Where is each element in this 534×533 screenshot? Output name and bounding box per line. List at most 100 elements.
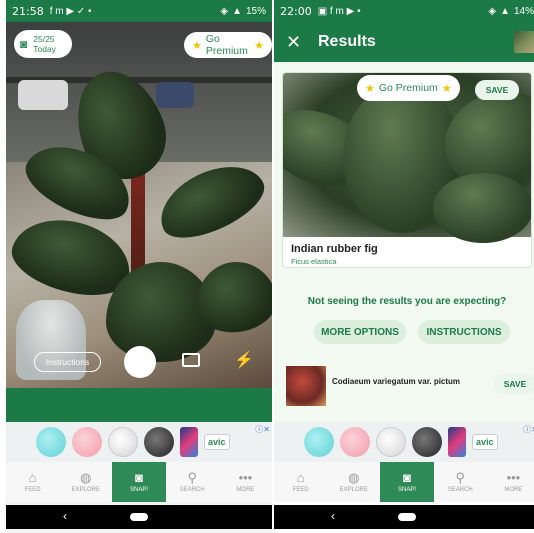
home-icon: ⌂: [28, 470, 37, 485]
more-options-button[interactable]: MORE OPTIONS: [314, 320, 406, 344]
plant-leaf: [433, 173, 531, 243]
flash-off-icon[interactable]: ⚡: [234, 350, 254, 370]
nav-search[interactable]: ⚲ SEARCH: [434, 462, 487, 502]
nav-feed[interactable]: ⌂ FEED: [6, 462, 59, 502]
status-bar: 22:00 ▣ f m ▶ • ◈ ▲ 14%: [274, 0, 534, 22]
ad-info-icon[interactable]: ⓘ✕: [255, 424, 270, 435]
nav-label: EXPLORE: [339, 487, 368, 493]
smartphone-image: [180, 427, 198, 457]
star-icon: ★: [441, 82, 452, 95]
signal-icon: ▲: [232, 5, 242, 17]
instructions-button[interactable]: INSTRUCTIONS: [418, 320, 510, 344]
wifi-icon: ◈: [488, 5, 497, 17]
gallery-icon[interactable]: [182, 353, 200, 367]
globe-icon: ◍: [348, 470, 360, 485]
nav-label: FEED: [24, 487, 41, 493]
ad-banner[interactable]: avic ⓘ✕: [274, 422, 534, 462]
robot-vacuum-pink: [72, 427, 102, 457]
status-right: ◈ ▲ 15%: [220, 6, 266, 17]
nav-feed[interactable]: ⌂ FEED: [274, 462, 327, 502]
result-thumbnail[interactable]: [286, 366, 326, 406]
nav-more[interactable]: ••• MORE: [219, 462, 272, 502]
nav-label: SNAP!: [130, 487, 149, 493]
nav-explore[interactable]: ◍ EXPLORE: [327, 462, 380, 502]
camera-icon: ◙: [135, 470, 143, 485]
smartphone-image: [448, 427, 466, 457]
bottom-navigation: ⌂ FEED ◍ EXPLORE ◙ SNAP! ⚲ SEARCH ••• MORE: [274, 462, 534, 502]
go-premium-label: Go Premium: [378, 82, 438, 94]
back-icon[interactable]: ‹: [63, 509, 67, 523]
signal-icon: ▲: [500, 5, 510, 17]
results-question: Not seeing the results you are expecting…: [307, 296, 507, 307]
shutter-button[interactable]: [124, 346, 156, 378]
counter-period: Today: [33, 44, 56, 54]
ad-brand: avic: [472, 434, 498, 450]
results-screen: 22:00 ▣ f m ▶ • ◈ ▲ 14% ✕ Results ★ Go P…: [274, 0, 534, 533]
robot-vacuum-cyan: [304, 427, 334, 457]
nav-label: SNAP!: [398, 487, 417, 493]
ad-info-icon[interactable]: ⓘ✕: [523, 424, 534, 435]
wifi-icon: ◈: [220, 5, 229, 17]
nav-label: EXPLORE: [71, 487, 100, 493]
notification-icons: f m ▶ ✓ •: [49, 5, 92, 17]
star-icon: ★: [192, 39, 202, 52]
robot-vacuum-white: [376, 427, 406, 457]
background-car: [156, 82, 194, 108]
more-icon: •••: [238, 470, 253, 485]
home-pill[interactable]: [130, 513, 148, 521]
save-button[interactable]: SAVE: [475, 80, 519, 100]
close-icon[interactable]: ✕: [286, 32, 312, 53]
camera-icon: ◙: [403, 470, 411, 485]
captured-photo-thumbnail[interactable]: [514, 31, 534, 53]
nav-label: SEARCH: [447, 487, 473, 493]
result-scientific-name: Ficus elastica: [291, 257, 337, 266]
result-card[interactable]: ★ Go Premium ★ SAVE Indian rubber fig Fi…: [282, 72, 532, 268]
counter-value: 25/25: [33, 34, 55, 44]
system-navigation: ‹: [6, 505, 272, 529]
app-bar: ✕ Results: [274, 22, 534, 62]
camera-viewfinder[interactable]: [6, 22, 272, 388]
nav-explore[interactable]: ◍ EXPLORE: [59, 462, 112, 502]
status-time: 22:00: [280, 4, 312, 18]
status-right: ◈ ▲ 14%: [488, 6, 534, 17]
nav-snap[interactable]: ◙ SNAP!: [380, 462, 434, 502]
nav-search[interactable]: ⚲ SEARCH: [166, 462, 219, 502]
robot-vacuum-black: [412, 427, 442, 457]
battery-level: 15%: [245, 5, 266, 17]
nav-label: MORE: [236, 487, 255, 493]
save-button[interactable]: SAVE: [494, 374, 534, 394]
system-navigation: ‹: [274, 505, 534, 529]
status-bar: 21:58 f m ▶ ✓ • ◈ ▲ 15%: [6, 0, 272, 22]
globe-icon: ◍: [80, 470, 92, 485]
search-icon: ⚲: [455, 470, 465, 485]
back-icon[interactable]: ‹: [331, 509, 335, 523]
home-pill[interactable]: [398, 513, 416, 521]
robot-vacuum-cyan: [36, 427, 66, 457]
instructions-button[interactable]: Instructions: [34, 352, 101, 372]
camera-screen: 21:58 f m ▶ ✓ • ◈ ▲ 15% ◙ 25/25 Today ★ …: [6, 0, 272, 533]
nav-snap[interactable]: ◙ SNAP!: [112, 462, 166, 502]
star-icon: ★: [365, 82, 375, 95]
go-premium-label: Go Premium: [205, 33, 248, 57]
result-scientific-name[interactable]: Codiaeum variegatum var. pictum: [332, 377, 460, 386]
bottom-navigation: ⌂ FEED ◍ EXPLORE ◙ SNAP! ⚲ SEARCH ••• MORE: [6, 462, 272, 502]
star-icon: ★: [254, 39, 264, 52]
nav-more[interactable]: ••• MORE: [487, 462, 534, 502]
go-premium-button[interactable]: ★ Go Premium ★: [357, 75, 460, 101]
battery-level: 14%: [513, 5, 534, 17]
more-icon: •••: [506, 470, 521, 485]
ad-banner[interactable]: avic ⓘ✕: [6, 422, 272, 462]
status-time: 21:58: [12, 4, 44, 18]
nav-label: MORE: [504, 487, 523, 493]
camera-footer: [6, 388, 272, 422]
search-icon: ⚲: [187, 470, 197, 485]
result-common-name: Indian rubber fig: [291, 243, 378, 255]
plant-leaf: [148, 151, 272, 251]
results-list: ★ Go Premium ★ SAVE Indian rubber fig Fi…: [274, 62, 534, 422]
background-car: [18, 80, 68, 110]
robot-vacuum-pink: [340, 427, 370, 457]
go-premium-button[interactable]: ★ Go Premium ★: [184, 32, 272, 58]
nav-label: SEARCH: [179, 487, 205, 493]
ad-brand: avic: [204, 434, 230, 450]
robot-vacuum-black: [144, 427, 174, 457]
